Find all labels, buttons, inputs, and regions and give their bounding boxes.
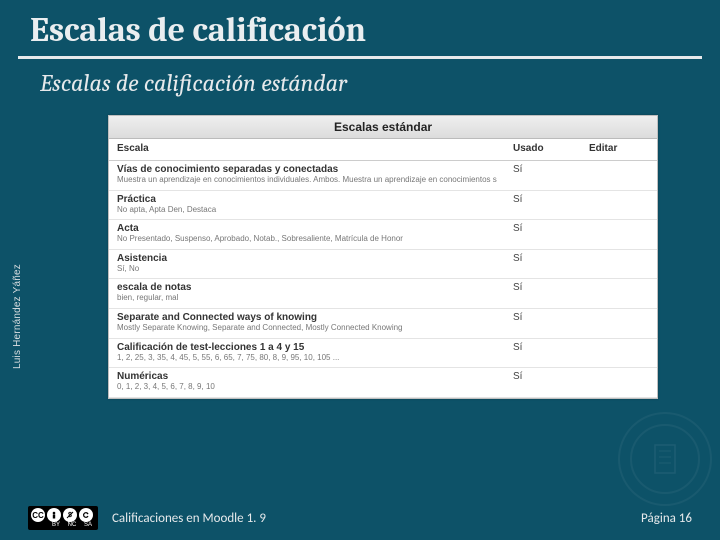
table-row: ActaNo Presentado, Suspenso, Aprobado, N…: [109, 220, 657, 250]
col-scale: Escala: [109, 139, 505, 161]
scale-name: Calificación de test-lecciones 1 a 4 y 1…: [117, 342, 497, 353]
scale-desc: 0, 1, 2, 3, 4, 5, 6, 7, 8, 9, 10: [117, 382, 497, 392]
scale-edit: [581, 190, 657, 220]
scale-edit: [581, 308, 657, 338]
scale-desc: Muestra un aprendizaje en conocimientos …: [117, 175, 497, 185]
scale-edit: [581, 279, 657, 309]
author-vertical: Luis Hernández Yáñez: [12, 264, 23, 369]
scale-desc: 1, 2, 25, 3, 35, 4, 45, 5, 55, 6, 65, 7,…: [117, 353, 497, 363]
table-row: PrácticaNo apta, Apta Den, Destaca Sí: [109, 190, 657, 220]
scale-edit: [581, 338, 657, 368]
panel-header: Escalas estándar: [109, 116, 657, 139]
slide: Escalas de calificación Escalas de calif…: [0, 0, 720, 540]
table-row: Vías de conocimiento separadas y conecta…: [109, 161, 657, 191]
scale-used: Sí: [505, 368, 581, 398]
scale-name: Separate and Connected ways of knowing: [117, 312, 497, 323]
scale-desc: bien, regular, mal: [117, 293, 497, 303]
cc-label: [33, 522, 47, 528]
scale-desc: No apta, Apta Den, Destaca: [117, 205, 497, 215]
scale-edit: [581, 220, 657, 250]
page-number: Página 16: [641, 511, 692, 526]
scale-name: Práctica: [117, 194, 497, 205]
scale-used: Sí: [505, 308, 581, 338]
table-row: AsistenciaSí, No Sí: [109, 249, 657, 279]
seal-watermark: [618, 412, 712, 506]
scales-table: Escala Usado Editar Vías de conocimiento…: [109, 139, 657, 398]
scale-desc: Mostly Separate Knowing, Separate and Co…: [117, 323, 497, 333]
scale-used: Sí: [505, 338, 581, 368]
scale-name: Acta: [117, 223, 497, 234]
scale-name: Vías de conocimiento separadas y conecta…: [117, 164, 497, 175]
table-row: escala de notasbien, regular, mal Sí: [109, 279, 657, 309]
sa-label: SA: [81, 522, 95, 528]
scales-panel: Escalas estándar Escala Usado Editar Vía…: [108, 115, 658, 399]
footer-course: Calificaciones en Moodle 1. 9: [112, 511, 266, 526]
scale-edit: [581, 368, 657, 398]
scale-used: Sí: [505, 161, 581, 191]
by-label: BY: [49, 522, 63, 528]
table-row: Separate and Connected ways of knowingMo…: [109, 308, 657, 338]
scale-desc: Sí, No: [117, 264, 497, 274]
scale-used: Sí: [505, 190, 581, 220]
scale-used: Sí: [505, 279, 581, 309]
scale-edit: [581, 161, 657, 191]
nc-label: NC: [65, 522, 79, 528]
slide-title: Escalas de calificación: [0, 0, 720, 56]
scale-used: Sí: [505, 249, 581, 279]
table-row: Numéricas0, 1, 2, 3, 4, 5, 6, 7, 8, 9, 1…: [109, 368, 657, 398]
scale-name: Asistencia: [117, 253, 497, 264]
nc-icon: $: [63, 508, 77, 522]
slide-subtitle: Escalas de calificación estándar: [0, 59, 720, 97]
scale-used: Sí: [505, 220, 581, 250]
table-row: Calificación de test-lecciones 1 a 4 y 1…: [109, 338, 657, 368]
cc-icon: CC: [31, 508, 45, 522]
col-used: Usado: [505, 139, 581, 161]
by-icon: [47, 508, 61, 522]
cc-badge: CC $ BY NC SA: [28, 506, 98, 530]
scale-name: escala de notas: [117, 282, 497, 293]
footer: CC $ BY NC SA: [0, 506, 720, 530]
scale-edit: [581, 249, 657, 279]
scale-name: Numéricas: [117, 371, 497, 382]
scale-desc: No Presentado, Suspenso, Aprobado, Notab…: [117, 234, 497, 244]
sa-icon: [79, 508, 93, 522]
col-edit: Editar: [581, 139, 657, 161]
